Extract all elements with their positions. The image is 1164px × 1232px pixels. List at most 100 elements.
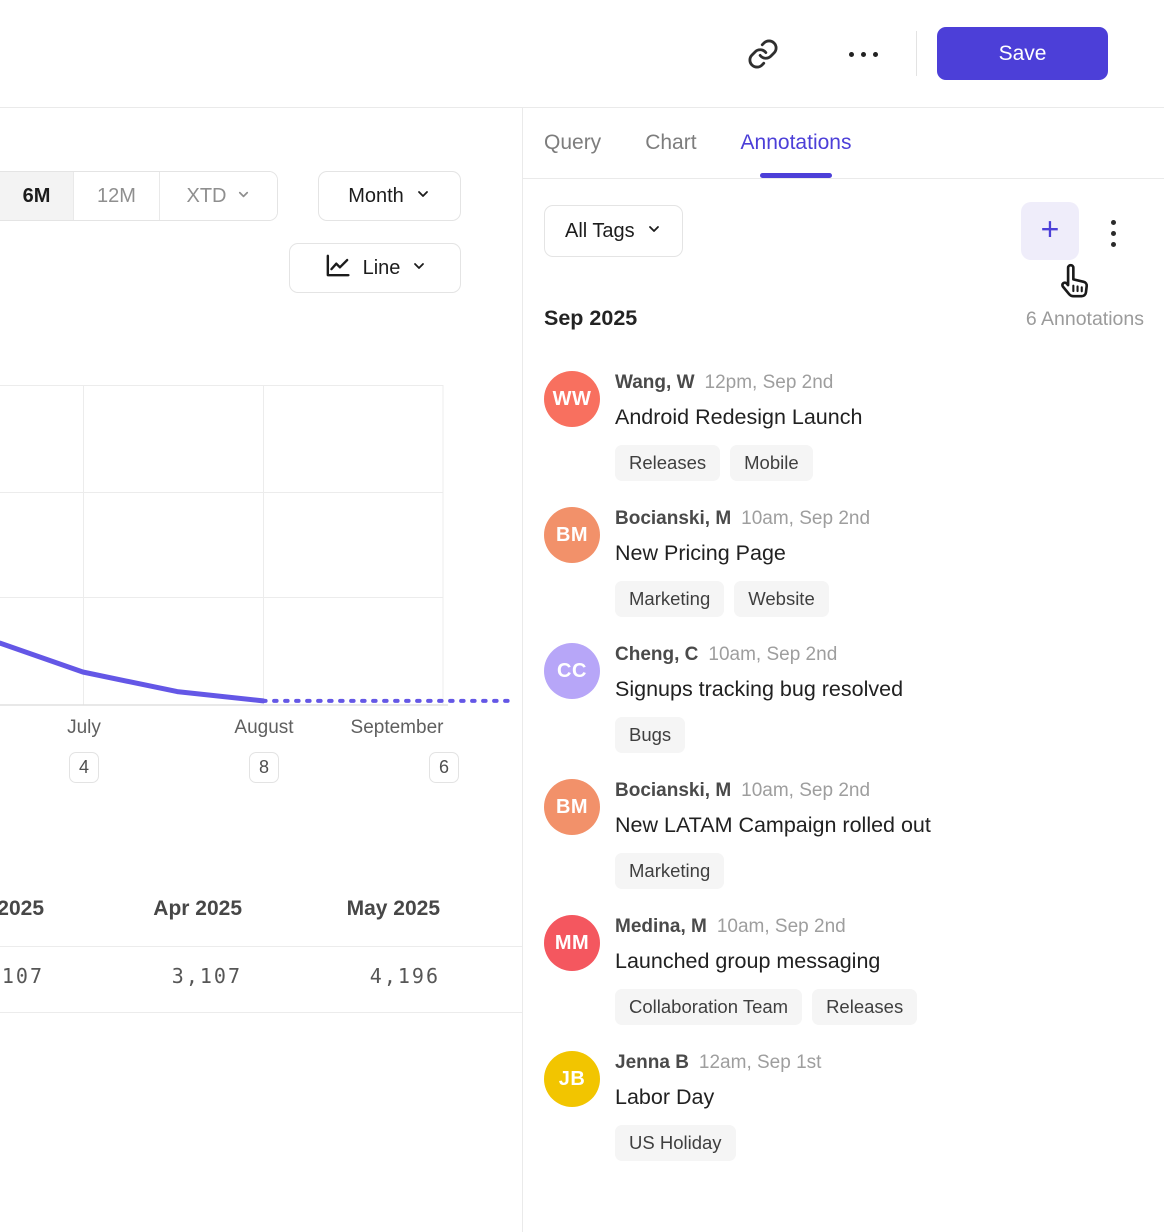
tag-pill[interactable]: Bugs (615, 717, 685, 753)
annotation-item[interactable]: WW Wang, W 12pm, Sep 2nd Android Redesig… (544, 371, 1148, 481)
date-range-selector: 6M 12M XTD (0, 171, 278, 221)
chart-panel: 6M 12M XTD Month Line (0, 108, 522, 1232)
line-chart-icon (323, 251, 352, 286)
tag-pill[interactable]: Mobile (730, 445, 813, 481)
table-header-col3: May 2025 (347, 897, 440, 921)
table-divider (0, 1012, 522, 1013)
chevron-down-icon (411, 257, 427, 280)
avatar: BM (544, 779, 600, 835)
annotation-title: Launched group messaging (615, 944, 917, 979)
tab-annotations[interactable]: Annotations (741, 108, 852, 178)
annotations-panel: Query Chart Annotations All Tags + Sep 2… (522, 108, 1164, 1232)
annotation-body: Wang, W 12pm, Sep 2nd Android Redesign L… (615, 371, 862, 481)
annotation-timestamp: 10am, Sep 2nd (708, 644, 837, 666)
top-header: Save (0, 0, 1164, 108)
add-annotation-button[interactable]: + (1021, 202, 1079, 260)
hand-cursor-icon (1052, 260, 1094, 304)
chevron-down-icon (415, 185, 431, 208)
annotation-author: Bocianski, M (615, 508, 731, 530)
table-header-col2: Apr 2025 (153, 897, 242, 921)
annotation-item[interactable]: JB Jenna B 12am, Sep 1st Labor Day US Ho… (544, 1051, 1148, 1161)
more-options-button[interactable] (845, 40, 881, 68)
annotation-author: Medina, M (615, 916, 707, 938)
annotation-timestamp: 10am, Sep 2nd (717, 916, 846, 938)
annotation-count-badge-july[interactable]: 4 (69, 752, 99, 783)
annotation-body: Bocianski, M 10am, Sep 2nd New LATAM Cam… (615, 779, 931, 889)
metric-line (0, 643, 263, 701)
annotations-list: WW Wang, W 12pm, Sep 2nd Android Redesig… (544, 371, 1148, 1161)
table-header-col1: 2025 (0, 897, 44, 921)
tab-chart[interactable]: Chart (645, 108, 696, 178)
annotation-timestamp: 10am, Sep 2nd (741, 508, 870, 530)
range-xtd-label: XTD (187, 185, 227, 208)
panel-menu-button[interactable] (1102, 216, 1124, 250)
annotation-title: New Pricing Page (615, 536, 870, 571)
tag-pill[interactable]: Releases (615, 445, 720, 481)
annotation-timestamp: 10am, Sep 2nd (741, 780, 870, 802)
annotation-tags: Bugs (615, 717, 903, 753)
avatar: JB (544, 1051, 600, 1107)
tag-pill[interactable]: Marketing (615, 853, 724, 889)
annotation-item[interactable]: BM Bocianski, M 10am, Sep 2nd New Pricin… (544, 507, 1148, 617)
kebab-menu-icon (1111, 220, 1116, 247)
annotation-author: Wang, W (615, 372, 695, 394)
annotation-body: Bocianski, M 10am, Sep 2nd New Pricing P… (615, 507, 870, 617)
tag-pill[interactable]: Website (734, 581, 829, 617)
chevron-down-icon (646, 220, 662, 243)
annotation-body: Jenna B 12am, Sep 1st Labor Day US Holid… (615, 1051, 821, 1161)
annotation-body: Medina, M 10am, Sep 2nd Launched group m… (615, 915, 917, 1025)
annotation-timestamp: 12am, Sep 1st (699, 1052, 822, 1074)
annotation-title: Android Redesign Launch (615, 400, 862, 435)
annotation-tags: Marketing (615, 853, 931, 889)
annotation-count-badge-september[interactable]: 6 (429, 752, 459, 783)
avatar: CC (544, 643, 600, 699)
tag-pill[interactable]: US Holiday (615, 1125, 736, 1161)
annotation-author: Cheng, C (615, 644, 698, 666)
range-xtd-button[interactable]: XTD (160, 172, 277, 220)
annotation-count-badge-august[interactable]: 8 (249, 752, 279, 783)
copy-link-button[interactable] (744, 36, 782, 74)
save-button[interactable]: Save (937, 27, 1108, 80)
table-divider (0, 946, 522, 947)
table-value-col2: 3,107 (172, 964, 242, 988)
all-tags-filter-dropdown[interactable]: All Tags (544, 205, 683, 257)
annotation-title: Labor Day (615, 1080, 821, 1115)
annotation-timestamp: 12pm, Sep 2nd (705, 372, 834, 394)
section-month-label: Sep 2025 (544, 306, 637, 331)
range-12m-button[interactable]: 12M (74, 172, 160, 220)
annotation-item[interactable]: CC Cheng, C 10am, Sep 2nd Signups tracki… (544, 643, 1148, 753)
tab-query[interactable]: Query (544, 108, 601, 178)
active-tab-underline (760, 173, 832, 178)
x-axis-label-september: September (351, 717, 444, 739)
trend-line-chart[interactable] (0, 385, 522, 707)
annotation-tags: US Holiday (615, 1125, 821, 1161)
range-6m-button[interactable]: 6M (0, 172, 74, 220)
link-icon (746, 37, 780, 74)
granularity-label: Month (348, 185, 404, 208)
all-tags-label: All Tags (565, 220, 635, 243)
avatar: MM (544, 915, 600, 971)
annotation-title: New LATAM Campaign rolled out (615, 808, 931, 843)
avatar: BM (544, 507, 600, 563)
annotation-tags: Collaboration Team Releases (615, 989, 917, 1025)
granularity-dropdown[interactable]: Month (318, 171, 461, 221)
panel-tabs: Query Chart Annotations (523, 108, 1164, 179)
x-axis-label-july: July (67, 717, 101, 739)
annotation-item[interactable]: MM Medina, M 10am, Sep 2nd Launched grou… (544, 915, 1148, 1025)
tab-annotations-label: Annotations (741, 131, 852, 155)
annotation-item[interactable]: BM Bocianski, M 10am, Sep 2nd New LATAM … (544, 779, 1148, 889)
chart-type-label: Line (363, 257, 401, 280)
chevron-down-icon (236, 185, 251, 208)
tag-pill[interactable]: Marketing (615, 581, 724, 617)
annotation-author: Jenna B (615, 1052, 689, 1074)
tag-pill[interactable]: Collaboration Team (615, 989, 802, 1025)
chart-type-dropdown[interactable]: Line (289, 243, 461, 293)
table-value-col1: 107 (2, 964, 44, 988)
annotation-title: Signups tracking bug resolved (615, 672, 903, 707)
tag-pill[interactable]: Releases (812, 989, 917, 1025)
header-divider (916, 31, 917, 76)
avatar: WW (544, 371, 600, 427)
annotation-tags: Marketing Website (615, 581, 870, 617)
x-axis-label-august: August (234, 717, 293, 739)
annotation-author: Bocianski, M (615, 780, 731, 802)
